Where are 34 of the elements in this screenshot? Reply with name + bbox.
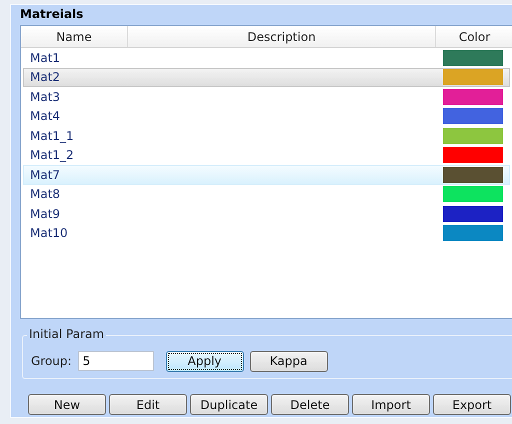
table-row[interactable]: Mat2 — [23, 68, 510, 87]
material-name: Mat1_2 — [29, 148, 75, 162]
material-name: Mat8 — [29, 187, 62, 202]
action-button[interactable]: Edit — [109, 394, 187, 415]
kappa-button[interactable]: Kappa — [250, 350, 328, 372]
column-header[interactable]: Color — [436, 26, 512, 47]
table-row[interactable]: Mat7 — [23, 165, 510, 184]
material-name: Mat4 — [29, 109, 62, 124]
table-row[interactable]: Mat8 — [23, 184, 510, 204]
table-row[interactable]: Mat9 — [23, 204, 510, 224]
material-name: Mat7 — [29, 168, 62, 182]
group-title: Initial Param — [27, 327, 106, 341]
column-header[interactable]: Description — [128, 26, 436, 47]
table-row[interactable]: Mat1_2 — [23, 146, 510, 165]
apply-button[interactable]: Apply — [166, 350, 244, 372]
material-name: Mat3 — [29, 90, 62, 104]
material-name: Mat1_1 — [29, 128, 75, 143]
material-name: Mat10 — [29, 226, 69, 240]
group-label: Group: — [31, 354, 72, 368]
table-row[interactable]: Mat10 — [23, 224, 510, 243]
column-header[interactable]: Name — [21, 26, 128, 47]
material-name: Mat2 — [29, 70, 62, 84]
group-input[interactable]: 5 — [78, 351, 154, 371]
action-button[interactable]: New — [28, 394, 106, 415]
material-name: Mat9 — [29, 206, 62, 221]
table-row[interactable]: Mat1 — [23, 48, 510, 68]
action-button[interactable]: Export — [433, 394, 511, 415]
table-row[interactable]: Mat4 — [23, 106, 510, 126]
table-row[interactable]: Mat1_1 — [23, 126, 510, 146]
table-row[interactable]: Mat3 — [23, 87, 510, 106]
material-name: Mat1 — [29, 50, 62, 65]
action-button[interactable]: Duplicate — [190, 394, 268, 415]
action-button[interactable]: Delete — [271, 394, 349, 415]
action-button[interactable]: Import — [352, 394, 430, 415]
